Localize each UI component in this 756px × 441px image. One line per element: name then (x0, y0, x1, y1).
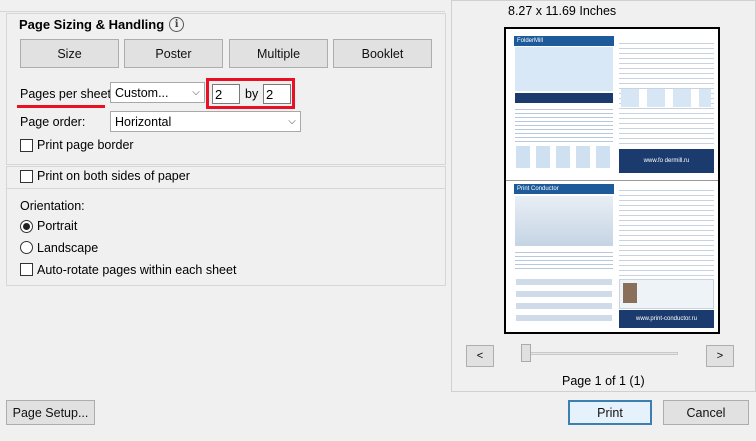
page-info-label: Page 1 of 1 (1) (562, 374, 645, 388)
page-setup-button[interactable]: Page Setup... (6, 400, 95, 425)
doc-site-top-bar: www.fo dermill.ru (619, 149, 714, 173)
pages-per-sheet-select[interactable]: Custom... ⌵ (110, 82, 205, 103)
booklet-button[interactable]: Booklet (333, 39, 432, 68)
cancel-button[interactable]: Cancel (663, 400, 749, 425)
portrait-label: Portrait (37, 219, 78, 233)
doc-text-bottom-left (515, 249, 613, 271)
auto-rotate-label: Auto-rotate pages within each sheet (37, 263, 237, 277)
pages-per-sheet-value: Custom... (115, 85, 169, 100)
doc-brand-bottom: Print Conductor (517, 186, 559, 192)
pages-per-sheet-underline (17, 105, 105, 108)
page-order-value: Horizontal (115, 114, 172, 129)
doc-text-bottom-right (619, 186, 714, 278)
doc-icons-bottom (516, 273, 612, 323)
page-order-select[interactable]: Horizontal ⌵ (110, 111, 301, 132)
print-page-border-checkbox[interactable] (20, 139, 33, 152)
page-slider-track[interactable] (521, 352, 678, 355)
size-button[interactable]: Size (20, 39, 119, 68)
chevron-down-icon: ⌵ (192, 87, 200, 98)
doc-site-top: www.fo dermill.ru (643, 158, 690, 164)
options-divider (6, 188, 446, 189)
landscape-label: Landscape (37, 241, 99, 255)
doc-text-lines (515, 106, 613, 144)
chevron-down-icon: ⌵ (288, 116, 296, 127)
print-both-sides-label: Print on both sides of paper (37, 169, 190, 183)
landscape-radio[interactable] (20, 241, 33, 254)
pages-per-sheet-label: Pages per sheet: (20, 87, 115, 101)
rows-input[interactable]: 2 (263, 84, 291, 104)
columns-input[interactable]: 2 (212, 84, 240, 104)
auto-rotate-checkbox[interactable] (20, 263, 33, 276)
doc-avatar (623, 283, 637, 303)
page-sizing-header: Page Sizing & Handling i (19, 17, 185, 32)
doc-icons-left (516, 146, 612, 168)
doc-site-bottom: www.print-conductor.ru (635, 316, 698, 322)
page-slider-thumb[interactable] (521, 344, 531, 362)
portrait-radio[interactable] (20, 220, 33, 233)
doc-separator (506, 180, 718, 181)
info-icon[interactable]: i (169, 17, 185, 32)
page-preview: FolderMill www.fo dermill.ru Print Condu… (504, 27, 720, 334)
multiple-button[interactable]: Multiple (229, 39, 328, 68)
page-sizing-title: Page Sizing & Handling (19, 17, 165, 32)
doc-illustration-bottom (515, 196, 613, 246)
doc-icons-right (621, 89, 711, 107)
doc-brand-top: FolderMill (517, 38, 544, 44)
poster-button[interactable]: Poster (124, 39, 223, 68)
page-order-label: Page order: (20, 115, 86, 129)
prev-page-button[interactable]: < (466, 345, 494, 367)
by-label: by (245, 87, 259, 101)
print-button[interactable]: Print (568, 400, 652, 425)
doc-diagram-top (515, 47, 613, 91)
print-page-border-label: Print page border (37, 138, 134, 152)
orientation-label: Orientation: (20, 199, 85, 213)
doc-banner-top (515, 93, 613, 103)
paper-size-label: 8.27 x 11.69 Inches (508, 4, 617, 18)
doc-header-bar-bottom: Print Conductor (514, 184, 614, 194)
print-both-sides-checkbox[interactable] (20, 170, 33, 183)
doc-header-bar: FolderMill (514, 36, 614, 46)
next-page-button[interactable]: > (706, 345, 734, 367)
doc-site-bottom-bar: www.print-conductor.ru (619, 310, 714, 328)
top-strip (0, 0, 445, 12)
